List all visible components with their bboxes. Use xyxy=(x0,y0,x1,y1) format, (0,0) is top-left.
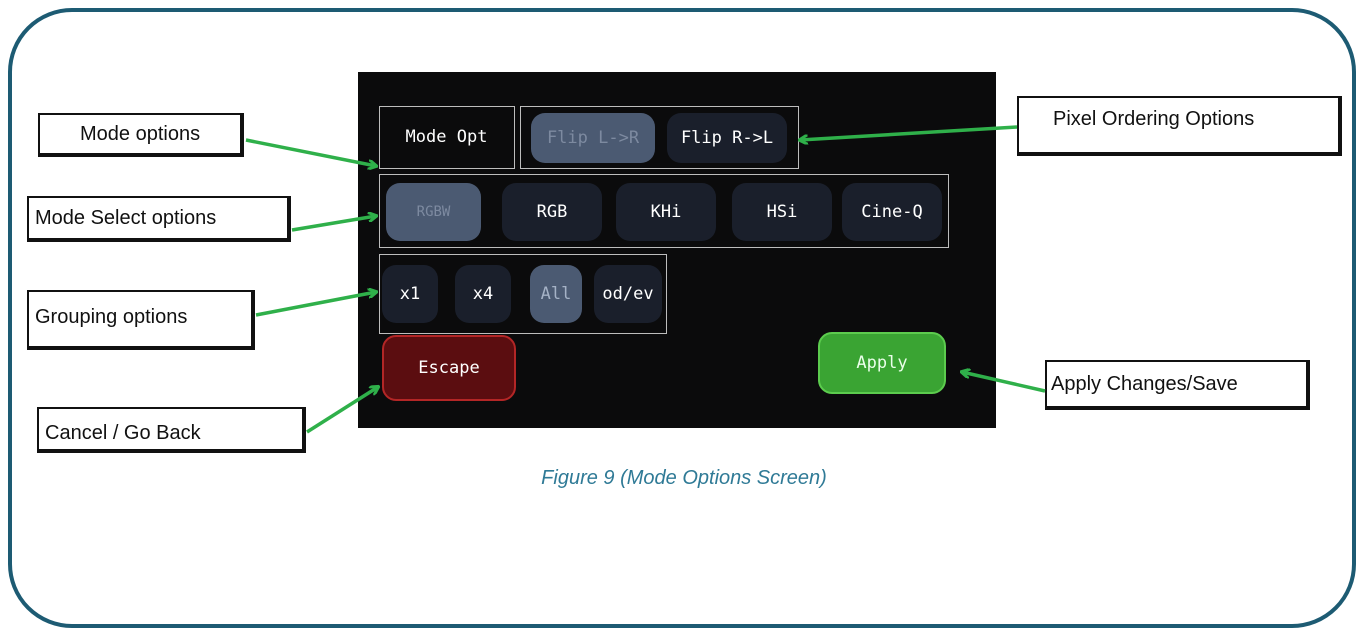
arrow-apply xyxy=(962,372,1046,393)
figure-caption: Figure 9 (Mode Options Screen) xyxy=(541,467,827,489)
arrow-mode-select xyxy=(291,216,376,232)
arrow-cancel xyxy=(306,387,378,434)
arrow-grouping xyxy=(255,292,376,317)
arrow-pixel-ordering xyxy=(800,125,1018,140)
arrow-mode-options xyxy=(245,138,376,166)
